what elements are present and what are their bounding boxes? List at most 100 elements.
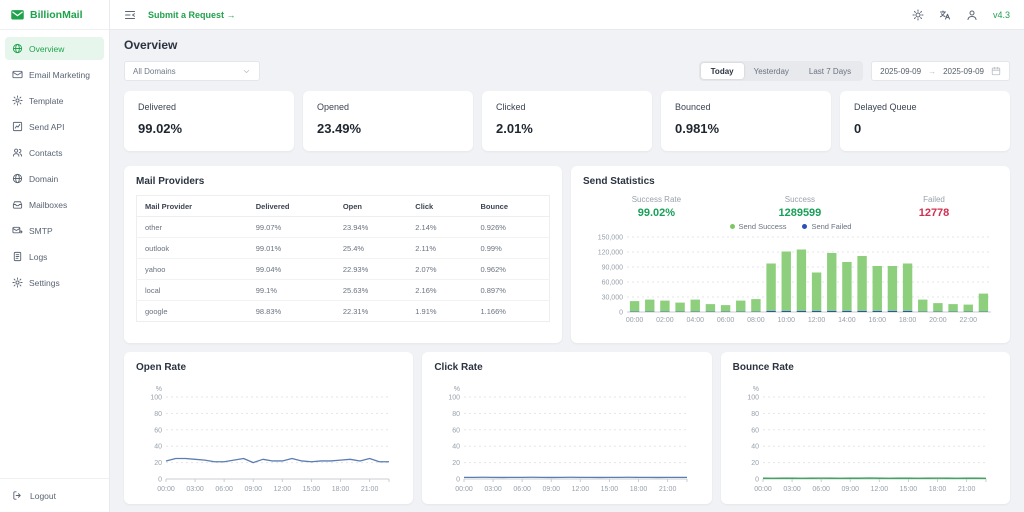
sidebar-item-label: Contacts [29, 147, 63, 158]
translate-icon[interactable] [939, 9, 951, 21]
logout-label: Logout [30, 490, 56, 501]
svg-text:40: 40 [453, 444, 461, 451]
date-end[interactable]: 2025-09-09 [943, 67, 984, 76]
chevron-down-icon [242, 67, 251, 76]
svg-text:18:00: 18:00 [332, 486, 350, 493]
table-row: local 99.1% 25.63% 2.16% 0.897% [136, 279, 550, 301]
sidebar-item-domain[interactable]: Domain [5, 167, 104, 190]
sidebar-item-overview[interactable]: Overview [5, 37, 104, 60]
user-icon[interactable] [966, 9, 978, 21]
svg-text:20:00: 20:00 [929, 317, 947, 324]
svg-text:100: 100 [150, 395, 162, 402]
app-logo[interactable]: BillionMail [0, 0, 109, 30]
domain-select[interactable]: All Domains [124, 61, 260, 81]
sidebar-item-send-api[interactable]: Send API [5, 115, 104, 138]
table-cell: local [136, 279, 248, 301]
range-button-yesterday[interactable]: Yesterday [744, 63, 799, 79]
column-header: Click [407, 195, 473, 217]
legend-item-send-failed[interactable]: Send Failed [802, 222, 851, 231]
sidebar-item-settings[interactable]: Settings [5, 271, 104, 294]
metric-label: Failed [923, 195, 945, 204]
calendar-icon[interactable] [991, 66, 1001, 76]
sidebar-item-contacts[interactable]: Contacts [5, 141, 104, 164]
version-label: v4.3 [992, 9, 1010, 20]
table-cell: other [136, 216, 248, 238]
svg-text:0: 0 [456, 477, 460, 484]
svg-text:15:00: 15:00 [899, 486, 917, 493]
range-button-today[interactable]: Today [700, 63, 744, 79]
content: Overview All Domains Today Yesterday Last … [110, 30, 1024, 512]
svg-text:15:00: 15:00 [303, 486, 321, 493]
date-start[interactable]: 2025-09-09 [880, 67, 921, 76]
legend-dot [729, 224, 735, 229]
svg-text:04:00: 04:00 [686, 317, 704, 324]
menu-fold-icon[interactable] [124, 9, 136, 21]
svg-text:0: 0 [158, 477, 162, 484]
svg-text:150,000: 150,000 [598, 235, 623, 242]
svg-text:18:00: 18:00 [899, 317, 917, 324]
table-cell: outlook [136, 237, 248, 259]
send-metrics: Success Rate 99.02% Success 1289599 Failed 12… [583, 195, 998, 219]
metric-success: Success 1289599 [778, 195, 821, 219]
submit-request-link[interactable]: Submit a Request → [148, 10, 236, 20]
sidebar-item-email-marketing[interactable]: Email Marketing [5, 63, 104, 86]
table-row: google 98.83% 22.31% 1.91% 1.166% [137, 301, 550, 322]
svg-text:15:00: 15:00 [601, 486, 619, 493]
svg-text:18:00: 18:00 [630, 486, 648, 493]
email-campaign-icon [12, 70, 23, 79]
sidebar-item-label: Email Marketing [29, 69, 90, 80]
open-rate-chart: % 0 20 40 60 80 100 00:00 03:00 06:00 09:00 12:00 15… [136, 381, 401, 498]
gear-icon [12, 95, 23, 106]
rate-charts-row: Open Rate% 0 20 40 60 80 100 00:00 03:00 06:00 09:… [124, 352, 1010, 504]
svg-text:60,000: 60,000 [602, 280, 624, 287]
svg-text:12:00: 12:00 [572, 486, 590, 493]
svg-text:80: 80 [453, 411, 461, 418]
click-rate-chart: % 0 20 40 60 80 100 00:00 03:00 06:00 09:00 12:00 15… [434, 381, 699, 498]
bounce-rate-card: Bounce Rate% 0 20 40 60 80 100 00:00 03:00 06:00 0… [720, 352, 1010, 504]
svg-text:90,000: 90,000 [602, 265, 624, 272]
svg-text:20: 20 [154, 460, 162, 467]
range-button-last-7-days[interactable]: Last 7 Days [799, 63, 861, 79]
table-cell: 0.962% [472, 258, 550, 280]
svg-text:60: 60 [154, 427, 162, 434]
metric-value: 99.02% [637, 207, 676, 219]
sidebar-item-label: Logs [29, 251, 48, 262]
open-rate-card: Open Rate% 0 20 40 60 80 100 00:00 03:00 06:00 09:… [124, 352, 414, 504]
main-area: Submit a Request → v4.3 Overview All Dom… [110, 0, 1024, 512]
metric-success-rate: Success Rate 99.02% [632, 195, 681, 219]
legend-item-send-success[interactable]: Send Success [729, 222, 786, 231]
translate-icon [939, 10, 950, 19]
svg-text:06:00: 06:00 [215, 486, 233, 493]
table-cell: google [145, 306, 168, 316]
date-range-picker[interactable]: 2025-09-09 → 2025-09-09 [871, 61, 1010, 81]
svg-text:60: 60 [453, 427, 461, 434]
logout-button[interactable]: Logout [0, 478, 109, 512]
metric-failed: Failed 12778 [919, 195, 950, 219]
svg-text:06:00: 06:00 [812, 486, 830, 493]
calendar-icon [991, 66, 1001, 76]
table-cell: 98.83% [255, 306, 282, 316]
svg-text:09:00: 09:00 [543, 486, 561, 493]
sun-icon[interactable] [912, 9, 924, 21]
svg-text:60: 60 [751, 427, 759, 434]
svg-text:21:00: 21:00 [659, 486, 677, 493]
sidebar-item-smtp[interactable]: SMTP [5, 219, 104, 242]
mail-providers-card: Mail Providers Mail Provider Delivered Ope… [124, 166, 562, 343]
sidebar-item-mailboxes[interactable]: Mailboxes [5, 193, 104, 216]
chart-title: Bounce Rate [732, 362, 794, 373]
menu-fold-icon [125, 10, 135, 19]
sidebar-item-template[interactable]: Template [5, 89, 104, 112]
svg-text:16:00: 16:00 [868, 317, 886, 324]
svg-text:80: 80 [751, 411, 759, 418]
svg-text:22:00: 22:00 [959, 317, 977, 324]
topbar: Submit a Request → v4.3 [110, 0, 1024, 30]
svg-text:03:00: 03:00 [783, 486, 801, 493]
sidebar-item-logs[interactable]: Logs [5, 245, 104, 268]
mid-row: Mail Providers Mail Provider Delivered Ope… [124, 166, 1010, 343]
svg-text:20: 20 [751, 460, 759, 467]
date-range-segmented: Today Yesterday Last 7 Days [698, 61, 864, 81]
svg-text:06:00: 06:00 [717, 317, 735, 324]
stat-value: 23.49% [317, 121, 362, 136]
stat-card-delivered: Delivered 99.02% [124, 91, 294, 151]
svg-text:09:00: 09:00 [244, 486, 262, 493]
